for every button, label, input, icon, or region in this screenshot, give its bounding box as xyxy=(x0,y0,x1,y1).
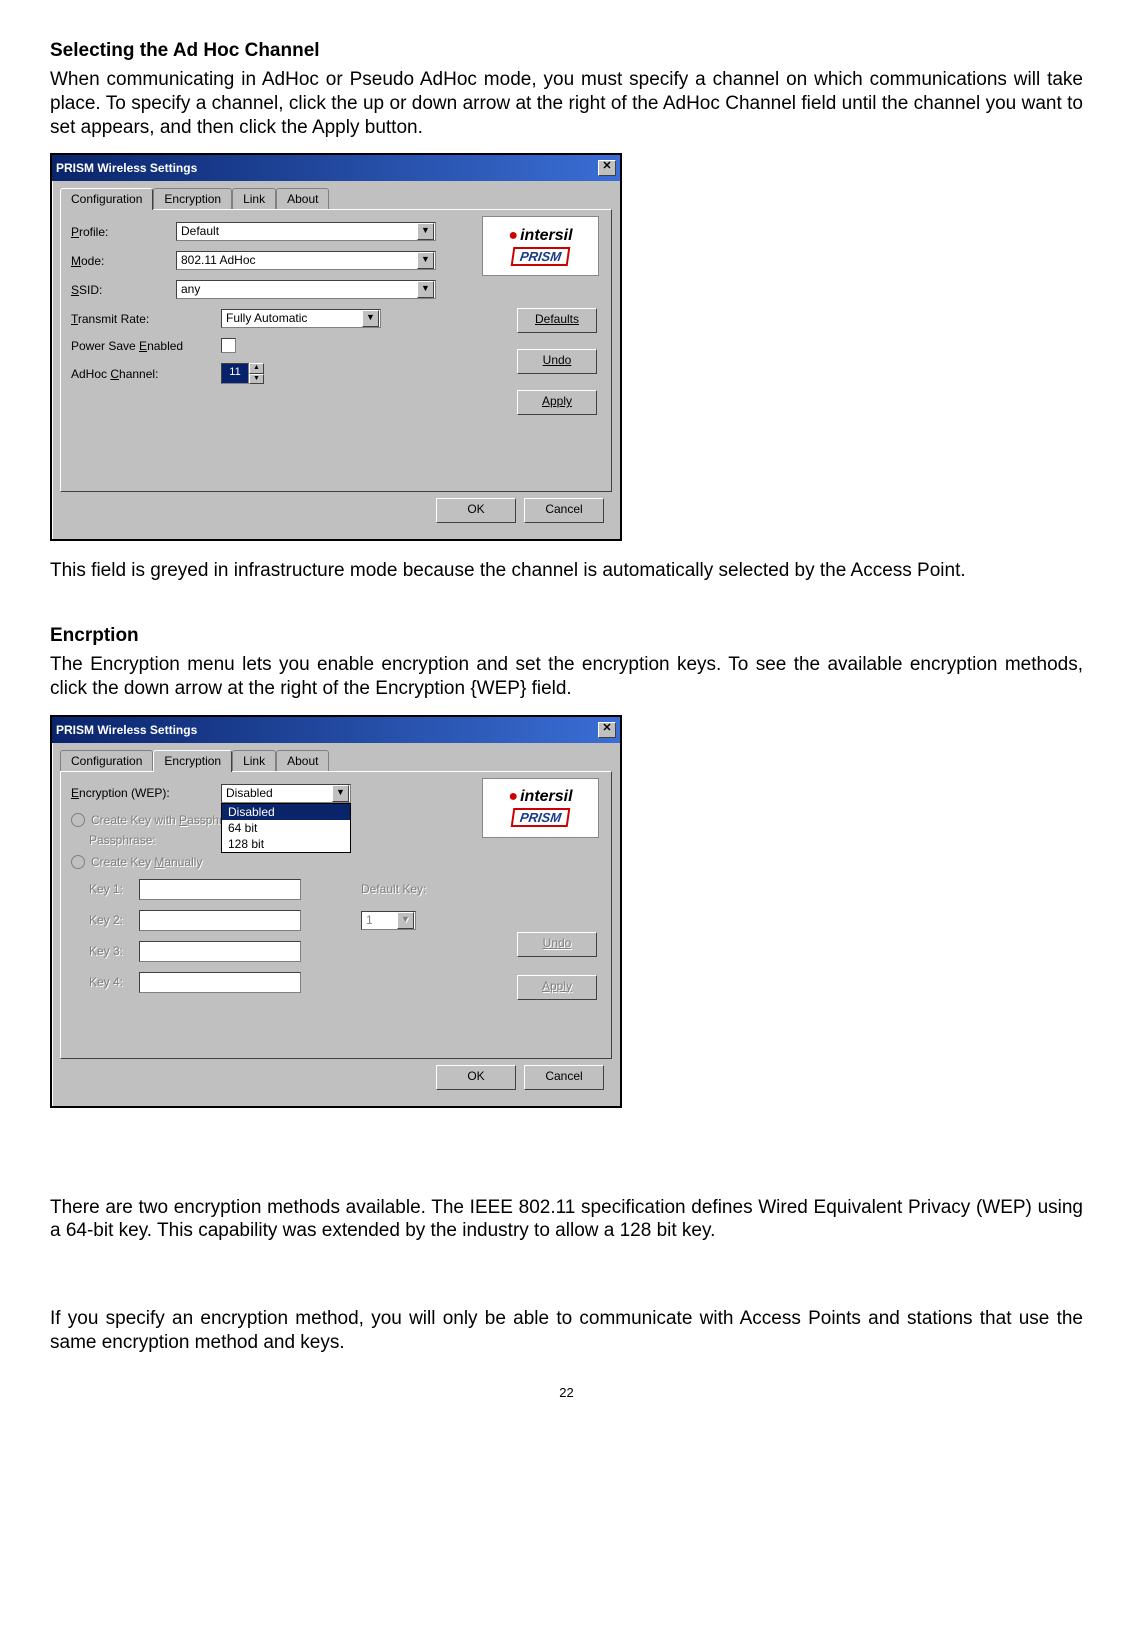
logo-prism: PRISM xyxy=(511,808,571,827)
encwep-combo[interactable]: Disabled ▼ xyxy=(221,784,351,803)
apply-button: Apply xyxy=(517,975,597,1000)
cancel-button[interactable]: Cancel xyxy=(524,498,604,523)
para-2: This field is greyed in infrastructure m… xyxy=(50,559,1083,583)
apply-button[interactable]: Apply xyxy=(517,390,597,415)
spin-up-icon[interactable]: ▲ xyxy=(249,363,264,374)
chevron-down-icon[interactable]: ▼ xyxy=(417,223,434,240)
label-pass: Passphrase: xyxy=(89,833,179,847)
chevron-down-icon[interactable]: ▼ xyxy=(417,252,434,269)
page-number: 22 xyxy=(50,1385,1083,1400)
txrate-combo[interactable]: Fully Automatic ▼ xyxy=(221,309,381,328)
adhoc-spinner[interactable]: 11 ▲ ▼ xyxy=(221,363,264,384)
label-adhoc: AdHoc Channel: xyxy=(71,367,221,381)
enc-option-disabled[interactable]: Disabled xyxy=(222,804,350,820)
key3-input xyxy=(139,941,301,962)
tab-encryption[interactable]: Encryption xyxy=(153,750,232,772)
tab-link[interactable]: Link xyxy=(232,750,276,772)
defkey-value: 1 xyxy=(366,911,373,930)
label-k4: Key 4: xyxy=(89,975,139,989)
logo-intersil: intersil xyxy=(508,788,572,806)
label-pse: Power Save Enabled xyxy=(71,339,221,353)
label-encwep: Encryption (WEP): xyxy=(71,786,221,800)
logo: intersil PRISM xyxy=(482,216,599,276)
label-ssid: SSID: xyxy=(71,283,176,297)
para-1: When communicating in AdHoc or Pseudo Ad… xyxy=(50,68,1083,139)
window-title: PRISM Wireless Settings xyxy=(56,161,197,175)
close-icon[interactable]: ✕ xyxy=(598,160,616,176)
pse-checkbox[interactable] xyxy=(221,338,236,353)
logo-prism: PRISM xyxy=(511,247,571,266)
tab-panel-config: intersil PRISM Profile: Default ▼ Mode: … xyxy=(60,209,612,492)
logo-intersil: intersil xyxy=(508,227,572,245)
tabstrip: Configuration Encryption Link About xyxy=(60,749,612,771)
label-k1: Key 1: xyxy=(89,882,139,896)
label-defkey: Default Key: xyxy=(361,882,426,896)
adhoc-value: 11 xyxy=(221,363,249,384)
tab-about[interactable]: About xyxy=(276,188,329,210)
key4-input xyxy=(139,972,301,993)
label-txrate: Transmit Rate: xyxy=(71,312,221,326)
label-mode: Mode: xyxy=(71,254,176,268)
titlebar[interactable]: PRISM Wireless Settings ✕ xyxy=(52,155,620,181)
heading-enc: Encrption xyxy=(50,625,1083,647)
tabstrip: Configuration Encryption Link About xyxy=(60,187,612,209)
defkey-combo: 1 ▼ xyxy=(361,911,416,930)
key2-input xyxy=(139,910,301,931)
enc-option-64[interactable]: 64 bit xyxy=(222,820,350,836)
window-title: PRISM Wireless Settings xyxy=(56,723,197,737)
logo: intersil PRISM xyxy=(482,778,599,838)
ssid-value: any xyxy=(181,280,200,299)
label-profile: Profile: xyxy=(71,225,176,239)
label-k3: Key 3: xyxy=(89,944,139,958)
heading-adhoc: Selecting the Ad Hoc Channel xyxy=(50,40,1083,62)
profile-value: Default xyxy=(181,222,219,241)
tab-configuration[interactable]: Configuration xyxy=(60,750,153,772)
spin-down-icon[interactable]: ▼ xyxy=(249,374,264,385)
defaults-button[interactable]: Defaults xyxy=(517,308,597,333)
mode-combo[interactable]: 802.11 AdHoc ▼ xyxy=(176,251,436,270)
enc-option-128[interactable]: 128 bit xyxy=(222,836,350,852)
tab-encryption[interactable]: Encryption xyxy=(153,188,232,210)
undo-button: Undo xyxy=(517,932,597,957)
chevron-down-icon[interactable]: ▼ xyxy=(332,785,349,802)
label-ckm: Create Key Manually xyxy=(91,855,202,869)
encwep-value: Disabled xyxy=(226,784,273,803)
ssid-combo[interactable]: any ▼ xyxy=(176,280,436,299)
para-3: The Encryption menu lets you enable encr… xyxy=(50,653,1083,701)
titlebar[interactable]: PRISM Wireless Settings ✕ xyxy=(52,717,620,743)
ok-button[interactable]: OK xyxy=(436,1065,516,1090)
tab-link[interactable]: Link xyxy=(232,188,276,210)
label-ckp: Create Key with Passphrase xyxy=(91,813,242,827)
txrate-value: Fully Automatic xyxy=(226,309,307,328)
profile-combo[interactable]: Default ▼ xyxy=(176,222,436,241)
dialog-config: PRISM Wireless Settings ✕ Configuration … xyxy=(50,153,622,541)
radio-passphrase xyxy=(71,813,85,827)
cancel-button[interactable]: Cancel xyxy=(524,1065,604,1090)
tab-about[interactable]: About xyxy=(276,750,329,772)
encwep-dropdown[interactable]: Disabled 64 bit 128 bit xyxy=(221,803,351,853)
ok-button[interactable]: OK xyxy=(436,498,516,523)
tab-panel-enc: intersil PRISM Encryption (WEP): Disable… xyxy=(60,771,612,1059)
label-k2: Key 2: xyxy=(89,913,139,927)
chevron-down-icon: ▼ xyxy=(397,912,414,929)
key1-input xyxy=(139,879,301,900)
mode-value: 802.11 AdHoc xyxy=(181,251,256,270)
para-4: There are two encryption methods availab… xyxy=(50,1196,1083,1244)
dialog-encryption: PRISM Wireless Settings ✕ Configuration … xyxy=(50,715,622,1108)
chevron-down-icon[interactable]: ▼ xyxy=(362,310,379,327)
radio-manual xyxy=(71,855,85,869)
tab-configuration[interactable]: Configuration xyxy=(60,188,153,210)
close-icon[interactable]: ✕ xyxy=(598,722,616,738)
chevron-down-icon[interactable]: ▼ xyxy=(417,281,434,298)
para-5: If you specify an encryption method, you… xyxy=(50,1307,1083,1355)
undo-button[interactable]: Undo xyxy=(517,349,597,374)
